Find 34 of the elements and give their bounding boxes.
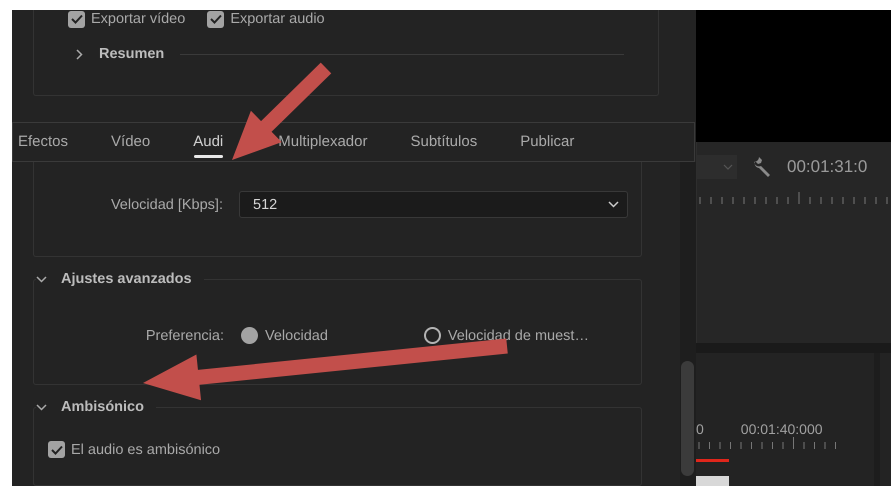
bitrate-dropdown[interactable]: 512: [239, 191, 628, 218]
playhead-bar: [696, 459, 729, 462]
wrench-icon[interactable]: [751, 156, 773, 178]
ruler-label: 00:01:40:000: [740, 421, 823, 437]
radio-button[interactable]: [424, 327, 441, 344]
tab[interactable]: Vídeo: [111, 125, 150, 160]
scrollbar-thumb[interactable]: [681, 361, 694, 476]
checkbox[interactable]: [48, 441, 65, 458]
clip-thumbnail: [696, 476, 729, 486]
caret-icon: [723, 164, 733, 170]
checkbox-label: Exportar audio: [230, 11, 325, 27]
tab[interactable]: Subtítulos: [410, 125, 478, 160]
checkbox-label: Exportar vídeo: [91, 11, 186, 27]
checkbox[interactable]: [207, 10, 224, 28]
chevron-right-icon[interactable]: [76, 48, 83, 60]
caret-icon: [608, 201, 619, 208]
tab[interactable]: Multiplexador: [278, 125, 368, 160]
chevron-down-icon[interactable]: [36, 404, 47, 410]
radio-label: Velocidad de muest…: [448, 328, 589, 344]
radio-label: Velocidad: [265, 328, 328, 344]
tab[interactable]: Efectos: [18, 125, 68, 160]
chevron-down-icon[interactable]: [36, 276, 47, 282]
section-title: Ambisónico: [61, 399, 144, 415]
field-label: Velocidad [Kbps]:: [110, 196, 223, 212]
timecode: 00:01:31:0: [787, 157, 868, 178]
section-title: Ajustes avanzados: [61, 271, 192, 287]
checkbox[interactable]: [68, 10, 85, 28]
section-title: Resumen: [99, 46, 164, 62]
tab[interactable]: Audi: [193, 125, 224, 160]
checkbox-label: El audio es ambisónico: [71, 442, 220, 458]
field-label: Preferencia:: [144, 328, 224, 344]
ruler-label: 0: [696, 421, 704, 437]
tab[interactable]: Publicar: [520, 125, 574, 160]
radio-button[interactable]: [241, 327, 258, 344]
